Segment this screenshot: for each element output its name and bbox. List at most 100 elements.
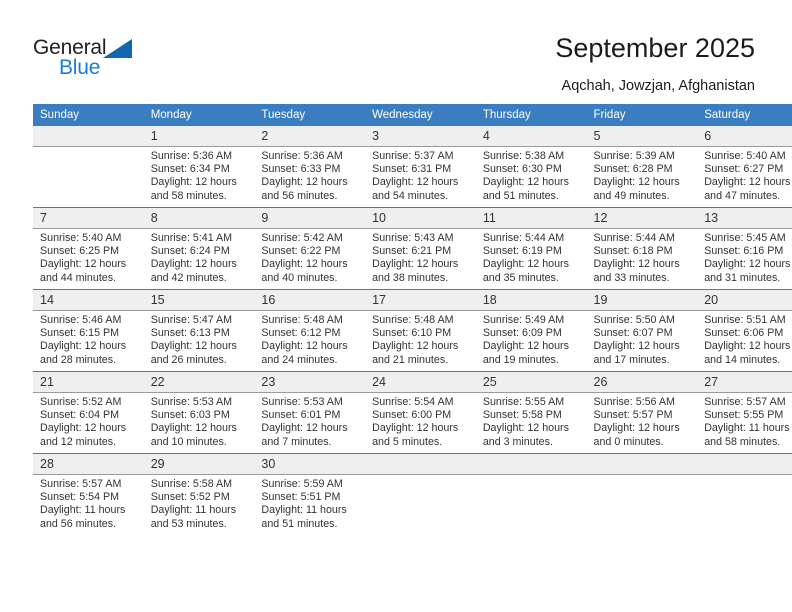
day-number: 28 bbox=[33, 454, 144, 475]
day-number: 24 bbox=[365, 372, 476, 393]
calendar-page: General Blue September 2025 Aqchah, Jowz… bbox=[0, 0, 792, 612]
daylight-text-line2: and 56 minutes. bbox=[261, 189, 338, 202]
calendar-day-cell[interactable]: 10 Sunrise: 5:43 AM Sunset: 6:21 PM Dayligh… bbox=[365, 207, 476, 290]
generalblue-logo: General Blue bbox=[33, 36, 213, 88]
sunrise-text: Sunrise: 5:50 AM bbox=[593, 314, 675, 326]
calendar-day-cell[interactable]: 7 Sunrise: 5:40 AM Sunset: 6:25 PM Daylight… bbox=[33, 207, 144, 290]
calendar-day-cell[interactable]: 15 Sunrise: 5:47 AM Sunset: 6:13 PM Dayligh… bbox=[143, 289, 255, 372]
daylight-text-line2: and 47 minutes. bbox=[704, 189, 781, 202]
sunrise-text: Sunrise: 5:48 AM bbox=[372, 314, 454, 326]
daylight-text-line1: Daylight: 12 hours bbox=[704, 340, 791, 353]
daylight-text-line1: Daylight: 12 hours bbox=[593, 176, 680, 189]
sunset-text: Sunset: 6:28 PM bbox=[593, 163, 673, 176]
day-number: 18 bbox=[475, 290, 587, 311]
day-sun-info: Sunrise: 5:43 AM Sunset: 6:21 PM Daylight:… bbox=[365, 229, 476, 285]
day-number: 15 bbox=[143, 290, 255, 311]
calendar-day-cell[interactable]: 18 Sunrise: 5:49 AM Sunset: 6:09 PM Dayligh… bbox=[475, 289, 587, 372]
sunrise-text: Sunrise: 5:51 AM bbox=[704, 314, 786, 326]
day-number: 25 bbox=[475, 372, 587, 393]
sunrise-text: Sunrise: 5:41 AM bbox=[150, 232, 233, 244]
calendar-day-cell[interactable]: 16 Sunrise: 5:48 AM Sunset: 6:12 PM Dayligh… bbox=[254, 289, 366, 372]
daylight-text-line1: Daylight: 12 hours bbox=[261, 258, 348, 271]
calendar-day-cell[interactable]: 22 Sunrise: 5:53 AM Sunset: 6:03 PM Dayligh… bbox=[143, 371, 255, 454]
calendar-day-cell[interactable]: 20 Sunrise: 5:51 AM Sunset: 6:06 PM Dayligh… bbox=[697, 289, 792, 372]
day-number: 22 bbox=[143, 372, 255, 393]
daylight-text-line2: and 58 minutes. bbox=[150, 189, 227, 202]
daylight-text-line2: and 19 minutes. bbox=[482, 353, 559, 366]
calendar-day-cell[interactable]: 24 Sunrise: 5:54 AM Sunset: 6:00 PM Dayligh… bbox=[365, 371, 476, 454]
calendar-day-cell-empty bbox=[33, 126, 144, 208]
sunset-text: Sunset: 6:06 PM bbox=[704, 327, 784, 340]
sunset-text: Sunset: 6:07 PM bbox=[593, 327, 673, 340]
daylight-text-line1: Daylight: 12 hours bbox=[372, 258, 459, 271]
calendar-day-cell[interactable]: 27 Sunrise: 5:57 AM Sunset: 5:55 PM Dayligh… bbox=[697, 371, 792, 454]
calendar-day-cell[interactable]: 29 Sunrise: 5:58 AM Sunset: 5:52 PM Dayligh… bbox=[143, 453, 255, 535]
daylight-text-line1: Daylight: 12 hours bbox=[40, 340, 127, 353]
day-number: 16 bbox=[254, 290, 366, 311]
sunrise-text: Sunrise: 5:38 AM bbox=[482, 150, 565, 162]
calendar-day-cell[interactable]: 6 Sunrise: 5:40 AM Sunset: 6:27 PM Daylight… bbox=[697, 126, 792, 208]
day-number: 2 bbox=[254, 126, 366, 147]
sunrise-text: Sunrise: 5:59 AM bbox=[261, 478, 343, 490]
sunset-text: Sunset: 6:30 PM bbox=[482, 163, 562, 176]
day-number: 8 bbox=[143, 208, 255, 229]
sunrise-text: Sunrise: 5:53 AM bbox=[150, 396, 233, 408]
weekday-header-wednesday: Wednesday bbox=[365, 104, 476, 126]
day-sun-info: Sunrise: 5:45 AM Sunset: 6:16 PM Daylight:… bbox=[697, 229, 792, 285]
day-number bbox=[475, 454, 587, 475]
sunrise-text: Sunrise: 5:45 AM bbox=[704, 232, 786, 244]
calendar-day-cell[interactable]: 5 Sunrise: 5:39 AM Sunset: 6:28 PM Daylight… bbox=[586, 126, 698, 208]
sunrise-text: Sunrise: 5:40 AM bbox=[40, 232, 122, 244]
daylight-text-line1: Daylight: 12 hours bbox=[261, 176, 348, 189]
calendar-day-cell[interactable]: 3 Sunrise: 5:37 AM Sunset: 6:31 PM Daylight… bbox=[365, 126, 476, 208]
daylight-text-line1: Daylight: 12 hours bbox=[593, 422, 680, 435]
calendar-day-cell[interactable]: 21 Sunrise: 5:52 AM Sunset: 6:04 PM Dayligh… bbox=[33, 371, 144, 454]
daylight-text-line1: Daylight: 12 hours bbox=[261, 340, 348, 353]
calendar-day-cell[interactable]: 4 Sunrise: 5:38 AM Sunset: 6:30 PM Daylight… bbox=[475, 126, 587, 208]
daylight-text-line2: and 31 minutes. bbox=[704, 271, 781, 284]
daylight-text-line2: and 3 minutes. bbox=[482, 435, 553, 448]
sunrise-text: Sunrise: 5:55 AM bbox=[482, 396, 565, 408]
calendar-day-cell[interactable]: 17 Sunrise: 5:48 AM Sunset: 6:10 PM Dayligh… bbox=[365, 289, 476, 372]
sunrise-text: Sunrise: 5:58 AM bbox=[150, 478, 233, 490]
calendar-day-cell[interactable]: 26 Sunrise: 5:56 AM Sunset: 5:57 PM Dayligh… bbox=[586, 371, 698, 454]
daylight-text-line2: and 58 minutes. bbox=[704, 435, 781, 448]
calendar-week-row: 21 Sunrise: 5:52 AM Sunset: 6:04 PM Dayligh… bbox=[33, 371, 792, 454]
calendar-day-cell[interactable]: 14 Sunrise: 5:46 AM Sunset: 6:15 PM Dayligh… bbox=[33, 289, 144, 372]
calendar-day-cell[interactable]: 28 Sunrise: 5:57 AM Sunset: 5:54 PM Dayligh… bbox=[33, 453, 144, 535]
daylight-text-line2: and 54 minutes. bbox=[372, 189, 449, 202]
calendar-table: Sunday Monday Tuesday Wednesday Thursday… bbox=[33, 104, 792, 535]
day-number bbox=[365, 454, 476, 475]
sunrise-text: Sunrise: 5:57 AM bbox=[40, 478, 122, 490]
location-subtitle: Aqchah, Jowzjan, Afghanistan bbox=[561, 78, 755, 94]
daylight-text-line2: and 24 minutes. bbox=[261, 353, 338, 366]
sunset-text: Sunset: 5:52 PM bbox=[150, 491, 230, 504]
calendar-day-cell[interactable]: 11 Sunrise: 5:44 AM Sunset: 6:19 PM Dayligh… bbox=[475, 207, 587, 290]
calendar-day-cell[interactable]: 30 Sunrise: 5:59 AM Sunset: 5:51 PM Dayligh… bbox=[254, 453, 366, 535]
calendar-day-cell[interactable]: 1 Sunrise: 5:36 AM Sunset: 6:34 PM Daylight… bbox=[143, 126, 255, 208]
day-number bbox=[33, 126, 144, 147]
sunrise-text: Sunrise: 5:39 AM bbox=[593, 150, 675, 162]
sunset-text: Sunset: 6:34 PM bbox=[150, 163, 230, 176]
daylight-text-line2: and 7 minutes. bbox=[261, 435, 332, 448]
day-sun-info: Sunrise: 5:42 AM Sunset: 6:22 PM Daylight:… bbox=[254, 229, 365, 285]
calendar-day-cell[interactable]: 13 Sunrise: 5:45 AM Sunset: 6:16 PM Dayligh… bbox=[697, 207, 792, 290]
calendar-day-cell-empty bbox=[586, 453, 698, 535]
daylight-text-line1: Daylight: 12 hours bbox=[704, 176, 791, 189]
sunset-text: Sunset: 6:25 PM bbox=[40, 245, 120, 258]
sunrise-text: Sunrise: 5:40 AM bbox=[704, 150, 786, 162]
daylight-text-line1: Daylight: 11 hours bbox=[150, 504, 237, 517]
calendar-day-cell[interactable]: 23 Sunrise: 5:53 AM Sunset: 6:01 PM Dayligh… bbox=[254, 371, 366, 454]
sunset-text: Sunset: 6:18 PM bbox=[593, 245, 673, 258]
calendar-day-cell[interactable]: 2 Sunrise: 5:36 AM Sunset: 6:33 PM Daylight… bbox=[254, 126, 366, 208]
day-sun-info: Sunrise: 5:37 AM Sunset: 6:31 PM Daylight:… bbox=[365, 147, 476, 203]
calendar-day-cell[interactable]: 25 Sunrise: 5:55 AM Sunset: 5:58 PM Dayligh… bbox=[475, 371, 587, 454]
calendar-day-cell-empty bbox=[475, 453, 587, 535]
day-sun-info: Sunrise: 5:40 AM Sunset: 6:27 PM Daylight:… bbox=[697, 147, 792, 203]
calendar-day-cell[interactable]: 9 Sunrise: 5:42 AM Sunset: 6:22 PM Daylight… bbox=[254, 207, 366, 290]
calendar-day-cell[interactable]: 19 Sunrise: 5:50 AM Sunset: 6:07 PM Dayligh… bbox=[586, 289, 698, 372]
calendar-day-cell[interactable]: 12 Sunrise: 5:44 AM Sunset: 6:18 PM Dayligh… bbox=[586, 207, 698, 290]
day-sun-info: Sunrise: 5:50 AM Sunset: 6:07 PM Daylight:… bbox=[587, 311, 698, 367]
calendar-day-cell[interactable]: 8 Sunrise: 5:41 AM Sunset: 6:24 PM Daylight… bbox=[143, 207, 255, 290]
daylight-text-line2: and 35 minutes. bbox=[482, 271, 559, 284]
